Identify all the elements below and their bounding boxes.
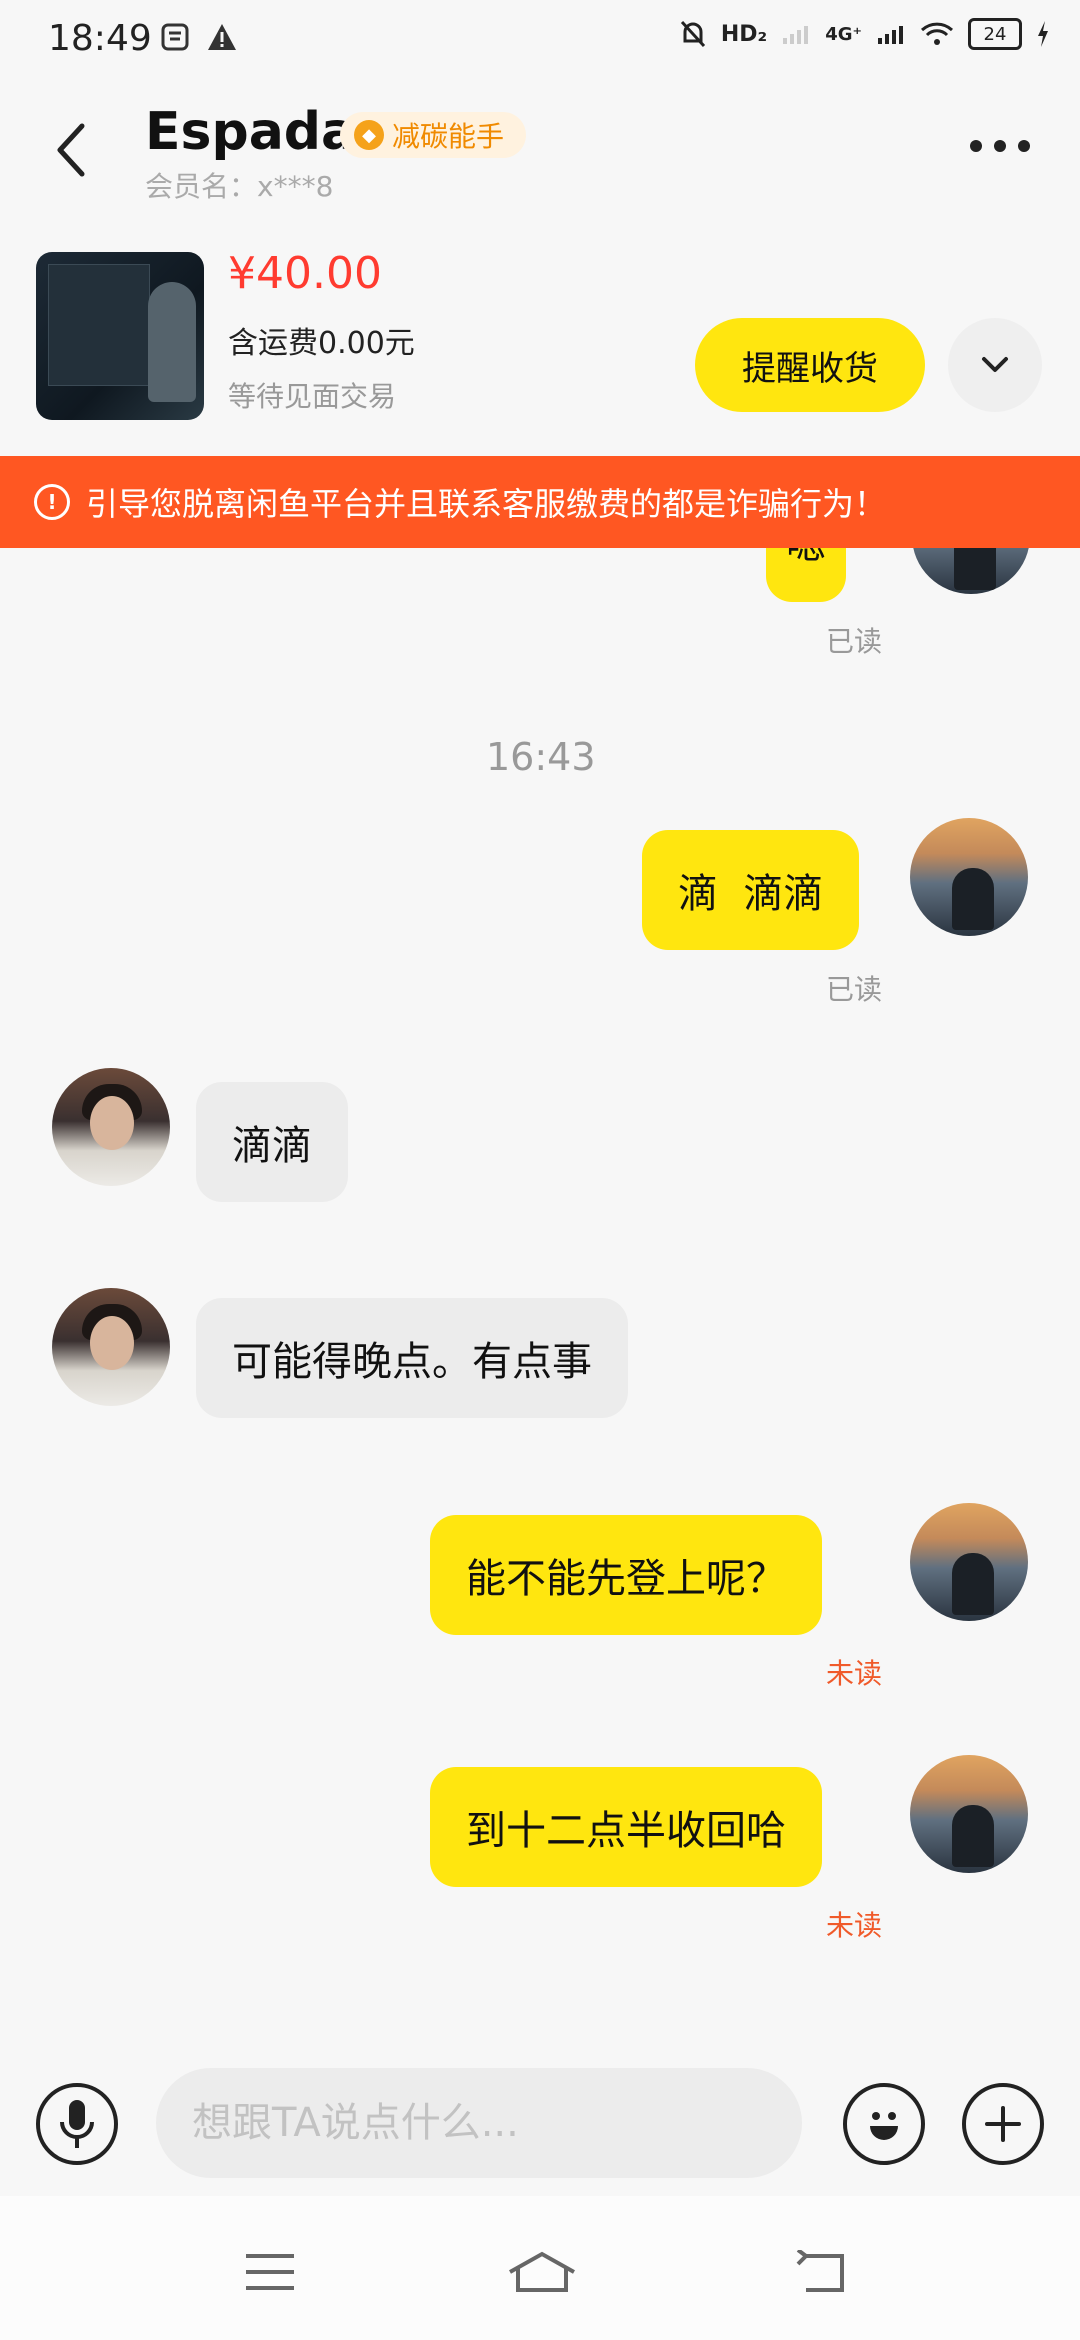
- status-right-icons: HD₂ 4G⁺ 24: [679, 18, 1050, 50]
- home-icon[interactable]: [506, 2250, 578, 2294]
- shipping-fee: 含运费0.00元: [228, 326, 415, 361]
- time-divider: 16:43: [486, 735, 596, 779]
- signal-sim1-icon: [783, 26, 809, 44]
- more-functions-button[interactable]: [962, 2083, 1044, 2165]
- read-status: 已读: [826, 973, 883, 1006]
- contact-avatar[interactable]: [52, 1288, 170, 1406]
- message-bubble-other[interactable]: 滴滴: [196, 1082, 348, 1202]
- status-time: 18:49: [48, 18, 152, 59]
- contact-avatar[interactable]: [52, 1068, 170, 1186]
- message-bubble-self[interactable]: 滴 滴滴: [642, 830, 860, 950]
- hd-indicator: HD₂: [720, 21, 768, 47]
- product-thumbnail[interactable]: [36, 252, 204, 420]
- message-bubble-other[interactable]: 可能得晚点。有点事: [196, 1298, 628, 1418]
- more-options-icon[interactable]: [970, 140, 1030, 152]
- charging-icon: [1038, 21, 1048, 47]
- trade-status: 等待见面交易: [228, 380, 397, 413]
- self-avatar[interactable]: [910, 1503, 1028, 1621]
- warning-text: 引导您脱离闲鱼平台并且联系客服缴费的都是诈骗行为！: [86, 485, 887, 523]
- chevron-down-icon: [982, 357, 1008, 372]
- message-bubble-self[interactable]: 能不能先登上呢？: [430, 1515, 822, 1635]
- message-bubble-self[interactable]: 到十二点半收回哈: [430, 1767, 822, 1887]
- leaf-icon: ◆: [354, 120, 384, 150]
- shopping-app-notification-icon: [161, 23, 189, 51]
- self-avatar[interactable]: [910, 818, 1028, 936]
- warning-icon: [208, 24, 236, 50]
- mute-bell-icon: [680, 20, 705, 48]
- read-status: 已读: [826, 625, 883, 658]
- microphone-icon: [60, 2100, 94, 2148]
- smiley-face-icon: [870, 2112, 898, 2140]
- unread-status: 未读: [826, 1909, 883, 1942]
- network-type: 4G⁺: [825, 23, 862, 45]
- signal-sim2-icon: [878, 26, 903, 44]
- status-left-icons: [160, 22, 238, 52]
- expand-button[interactable]: [948, 318, 1042, 412]
- self-avatar[interactable]: [910, 1755, 1028, 1873]
- remind-receipt-button[interactable]: 提醒收货: [695, 318, 925, 412]
- carbon-reduction-badge[interactable]: ◆ 减碳能手: [340, 112, 527, 158]
- unread-status: 未读: [826, 1657, 883, 1690]
- product-price: ¥40.00: [228, 248, 382, 299]
- back-arrow-icon[interactable]: [50, 120, 90, 180]
- voice-input-button[interactable]: [36, 2083, 118, 2165]
- wifi-icon: [920, 22, 954, 45]
- contact-name: Espada: [145, 102, 357, 162]
- fraud-warning-banner: ! 引导您脱离闲鱼平台并且联系客服缴费的都是诈骗行为！: [0, 456, 1080, 548]
- emoji-button[interactable]: [843, 2083, 925, 2165]
- badge-label: 减碳能手: [392, 120, 505, 153]
- menu-icon[interactable]: [244, 2252, 296, 2292]
- member-name: 会员名：x***8: [145, 170, 334, 203]
- exclamation-icon: !: [34, 484, 70, 520]
- back-nav-icon[interactable]: [794, 2250, 850, 2294]
- battery-icon: 24: [968, 18, 1022, 50]
- message-input[interactable]: [156, 2068, 802, 2178]
- plus-icon: [985, 2106, 1021, 2142]
